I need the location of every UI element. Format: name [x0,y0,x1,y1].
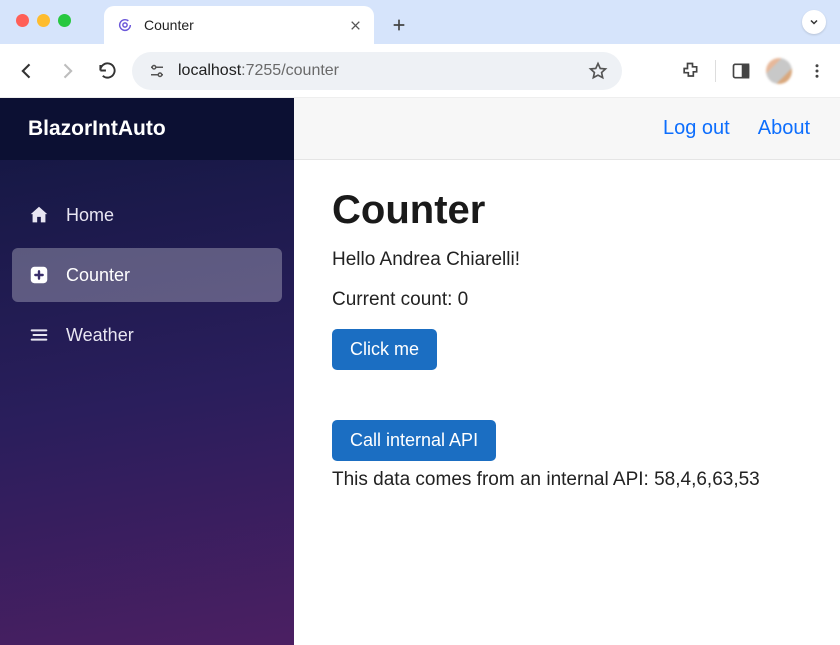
nav-menu: Home Counter Weather [0,160,294,362]
sidebar: BlazorIntAuto Home Counter Weather [0,98,294,645]
address-bar[interactable]: localhost:7255/counter [132,52,622,90]
nav-item-counter[interactable]: Counter [12,248,282,302]
bookmark-icon[interactable] [588,61,608,81]
forward-button[interactable] [52,56,82,86]
nav-label-weather: Weather [66,325,134,346]
toolbar-divider [715,60,716,82]
content-area: Log out About Counter Hello Andrea Chiar… [294,98,840,645]
window-maximize-button[interactable] [58,14,71,27]
menu-icon[interactable] [806,60,828,82]
sidepanel-icon[interactable] [730,60,752,82]
main-content: Counter Hello Andrea Chiarelli! Current … [294,160,840,537]
logout-link[interactable]: Log out [663,117,730,140]
url-text: localhost:7255/counter [178,62,339,80]
tabs-dropdown-button[interactable] [802,10,826,34]
close-tab-icon[interactable] [349,19,362,32]
site-settings-icon[interactable] [146,60,168,82]
nav-item-weather[interactable]: Weather [12,308,282,362]
url-host: localhost [178,62,241,79]
window-controls [16,14,71,27]
home-icon [28,204,50,226]
call-api-button[interactable]: Call internal API [332,420,496,461]
list-icon [28,324,50,346]
extensions-icon[interactable] [679,60,701,82]
browser-toolbar: localhost:7255/counter [0,44,840,98]
window-minimize-button[interactable] [37,14,50,27]
url-path: :7255/counter [241,62,339,79]
brand-title: BlazorIntAuto [0,98,294,160]
api-result-text: This data comes from an internal API: 58… [332,469,802,491]
page-title: Counter [332,188,802,233]
plus-square-icon [28,264,50,286]
tab-title: Counter [144,17,339,33]
reload-button[interactable] [92,56,122,86]
blazor-favicon-icon [116,16,134,34]
count-text: Current count: 0 [332,289,802,311]
app-topbar: Log out About [294,98,840,160]
new-tab-button[interactable] [384,10,414,40]
browser-tab[interactable]: Counter [104,6,374,44]
nav-item-home[interactable]: Home [12,188,282,242]
window-close-button[interactable] [16,14,29,27]
browser-tab-strip: Counter [0,0,840,44]
nav-label-home: Home [66,205,114,226]
profile-avatar[interactable] [766,58,792,84]
app-root: BlazorIntAuto Home Counter Weather [0,98,840,645]
about-link[interactable]: About [758,117,810,140]
click-me-button[interactable]: Click me [332,329,437,370]
greeting-text: Hello Andrea Chiarelli! [332,249,802,271]
back-button[interactable] [12,56,42,86]
nav-label-counter: Counter [66,265,130,286]
